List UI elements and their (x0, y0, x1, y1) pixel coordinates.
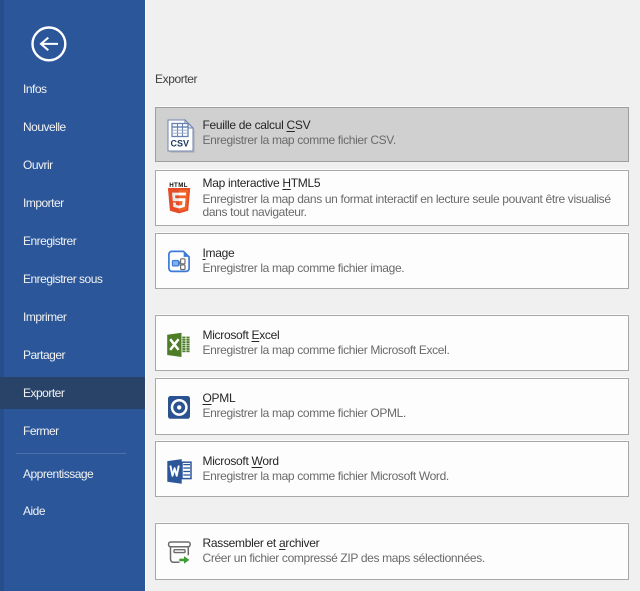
svg-text:HTML: HTML (169, 182, 188, 189)
svg-text:CSV: CSV (171, 138, 190, 148)
